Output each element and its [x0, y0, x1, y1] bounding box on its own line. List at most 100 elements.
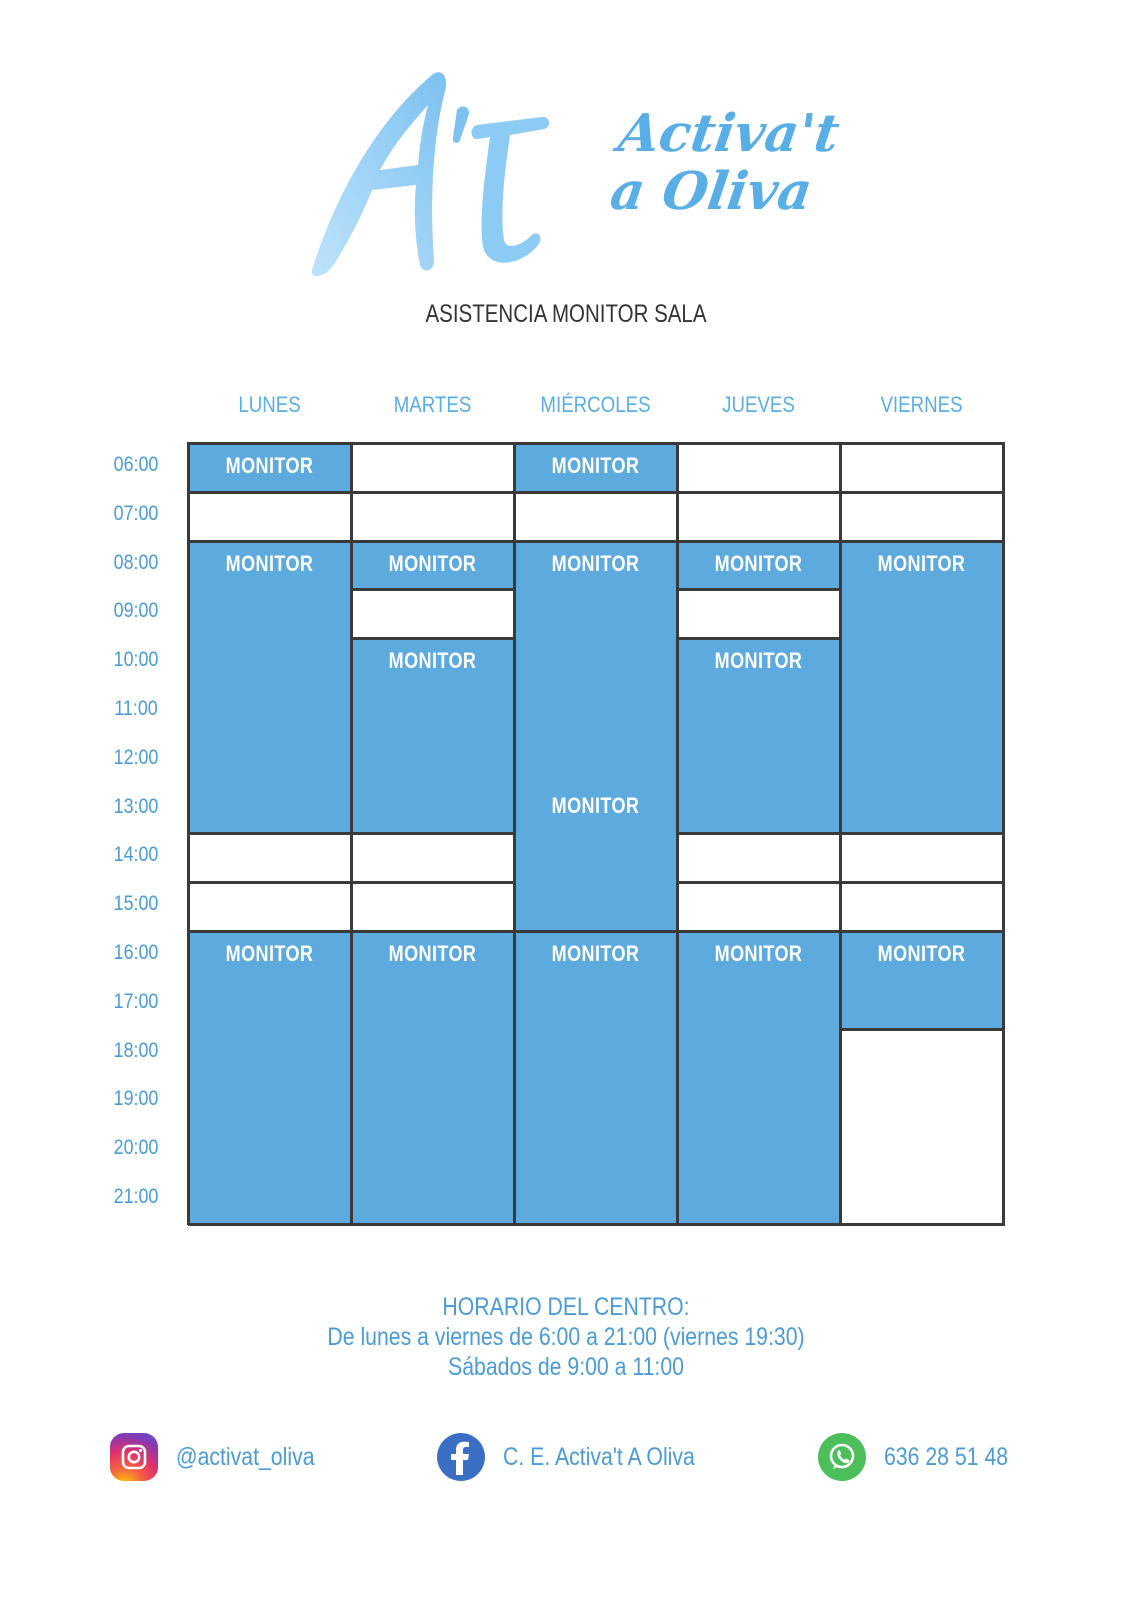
grid-line	[840, 490, 1005, 494]
grid-line	[677, 490, 842, 494]
grid-line	[677, 1222, 842, 1226]
monitor-label: MONITOR	[551, 792, 640, 818]
grid-line	[188, 1222, 353, 1226]
monitor-label: MONITOR	[551, 941, 640, 966]
monitor-block: MONITOR	[188, 931, 351, 1224]
grid-line	[677, 832, 842, 836]
time-label: 10:00	[113, 648, 159, 672]
logo-line-2: a Oliva	[606, 161, 816, 222]
whatsapp-icon	[818, 1433, 866, 1481]
facebook-link[interactable]: C. E. Activa't A Oliva	[437, 1432, 729, 1482]
grid-line	[677, 881, 842, 885]
monitor-label: MONITOR	[877, 941, 966, 966]
day-header-viernes: VIERNES	[880, 392, 963, 417]
monitor-label: MONITOR	[225, 550, 314, 576]
monitor-label: MONITOR	[225, 941, 314, 966]
grid-line	[351, 539, 516, 543]
logo-wordmark: Activa't a Oliva	[606, 103, 844, 222]
grid-line	[351, 1222, 516, 1226]
instagram-handle: @activat_oliva	[176, 1442, 315, 1471]
grid-line	[840, 539, 1005, 543]
monitor-block: MONITOR	[351, 931, 514, 1224]
grid-line	[677, 637, 842, 641]
grid-line	[840, 442, 1005, 445]
grid-line	[188, 832, 353, 836]
time-label: 09:00	[113, 599, 159, 623]
grid-line	[188, 881, 353, 885]
grid-line	[514, 930, 679, 933]
page-title: ASISTENCIA MONITOR SALA	[425, 300, 707, 328]
facebook-page-name: C. E. Activa't A Oliva	[503, 1442, 695, 1471]
time-label: 08:00	[113, 550, 159, 574]
logo-mark	[311, 72, 550, 277]
monitor-label: MONITOR	[388, 550, 477, 576]
grid-line	[188, 539, 353, 543]
time-label: 20:00	[113, 1136, 159, 1160]
schedule-grid: MONITOR MONITOR MONITOR MONITOR MONITOR MONIT…	[187, 442, 1005, 1226]
monitor-block: MONITOR	[677, 931, 840, 1224]
grid-line	[676, 442, 679, 1225]
grid-line	[350, 442, 353, 1225]
monitor-label: MONITOR	[225, 453, 314, 478]
grid-line	[840, 881, 1005, 885]
whatsapp-number: 636 28 51 48	[884, 1442, 1009, 1471]
monitor-block: MONITOR	[840, 931, 1003, 1029]
monitor-block: MONITOR MONITOR	[514, 540, 677, 931]
time-label: 12:00	[113, 745, 159, 769]
day-header-miércoles: MIÉRCOLES	[540, 392, 651, 417]
logo-line-1: Activa't	[614, 103, 844, 164]
time-label: 17:00	[113, 989, 159, 1013]
time-label: 11:00	[114, 697, 158, 720]
grid-line	[351, 588, 516, 592]
grid-line	[677, 930, 842, 933]
grid-line	[351, 930, 516, 933]
grid-line	[677, 442, 842, 445]
grid-line	[188, 490, 353, 494]
grid-line	[514, 1222, 679, 1226]
grid-line	[1002, 442, 1005, 1225]
monitor-block: MONITOR	[677, 638, 840, 834]
grid-line	[351, 490, 516, 494]
grid-line	[188, 442, 353, 445]
grid-line	[187, 442, 190, 1225]
grid-line	[840, 930, 1005, 933]
monitor-block: MONITOR	[351, 638, 514, 834]
monitor-block: MONITOR	[514, 931, 677, 1224]
monitor-label: MONITOR	[388, 648, 477, 674]
day-header-jueves: JUEVES	[722, 392, 795, 417]
monitor-label: MONITOR	[714, 550, 803, 576]
monitor-label: MONITOR	[388, 941, 477, 966]
time-label: 21:00	[113, 1185, 159, 1208]
grid-line	[840, 832, 1005, 836]
monitor-label: MONITOR	[551, 550, 640, 576]
grid-line	[840, 1027, 1005, 1031]
time-label: 16:00	[113, 941, 159, 964]
monitor-label: MONITOR	[714, 648, 803, 674]
monitor-label: MONITOR	[877, 550, 966, 576]
time-label: 13:00	[113, 794, 159, 818]
grid-line	[513, 442, 516, 1225]
time-label: 14:00	[113, 843, 159, 867]
instagram-link[interactable]: @activat_oliva	[110, 1432, 339, 1482]
monitor-block: MONITOR	[840, 540, 1003, 834]
facebook-icon	[437, 1433, 485, 1481]
grid-line	[677, 539, 842, 543]
grid-line	[351, 832, 516, 836]
day-header-lunes: LUNES	[238, 392, 301, 417]
footer-heading: HORARIO DEL CENTRO:	[442, 1293, 690, 1321]
time-label: 06:00	[113, 453, 159, 476]
whatsapp-link[interactable]: 636 28 51 48	[818, 1432, 1030, 1482]
footer-hours-saturday: Sábados de 9:00 a 11:00	[448, 1353, 684, 1381]
grid-line	[840, 1222, 1005, 1226]
grid-line	[514, 442, 679, 445]
instagram-icon	[110, 1433, 158, 1481]
monitor-block: MONITOR	[677, 540, 840, 590]
grid-line	[514, 490, 679, 494]
grid-line	[514, 539, 679, 543]
grid-line	[188, 930, 353, 933]
grid-line	[351, 637, 516, 641]
footer-hours-weekdays: De lunes a viernes de 6:00 a 21:00 (vier…	[327, 1323, 805, 1351]
time-label: 15:00	[113, 892, 159, 916]
monitor-block: MONITOR	[514, 443, 677, 492]
monitor-label: MONITOR	[551, 453, 640, 478]
